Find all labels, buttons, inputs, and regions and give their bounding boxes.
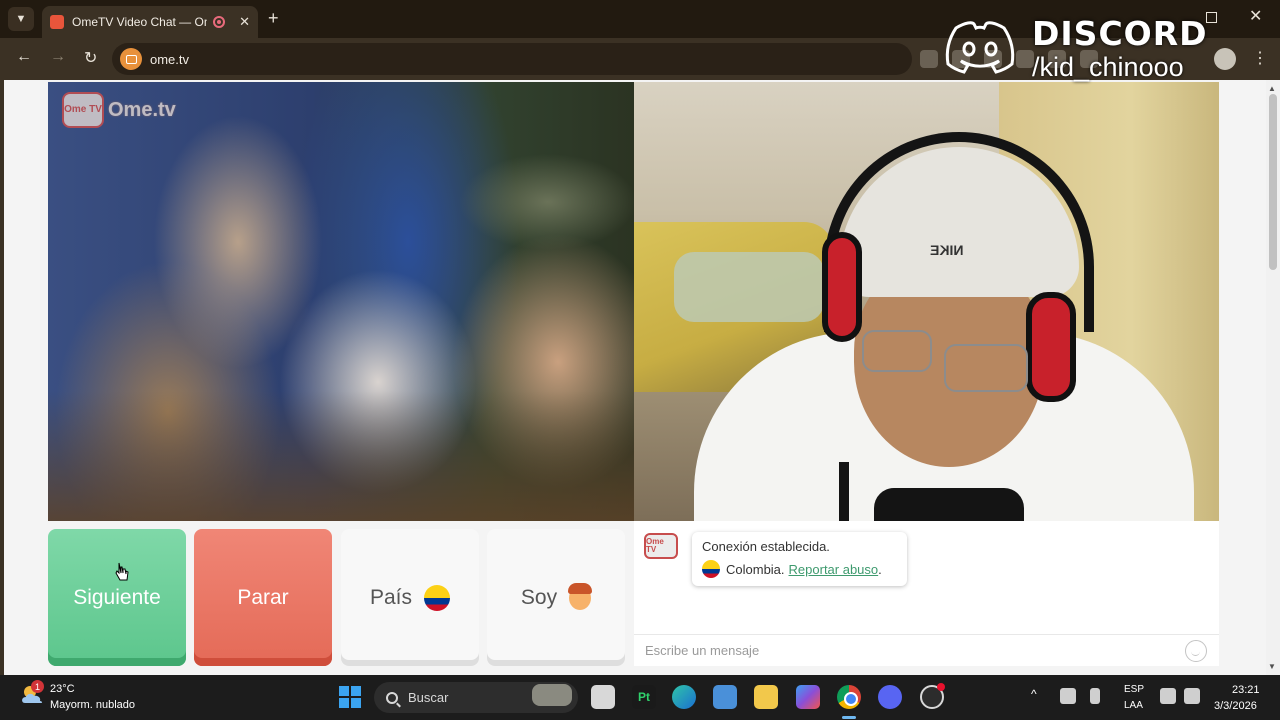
recording-icon [213, 16, 226, 28]
stop-button-label: Parar [237, 585, 289, 609]
headphone-left [822, 232, 862, 342]
tab-title: OmeTV Video Chat — Ome [72, 15, 208, 29]
discord-logo-icon [945, 21, 1015, 74]
search-highlight-icon [532, 684, 572, 706]
partner-country: Colombia. [726, 561, 785, 577]
active-app-indicator [842, 716, 856, 719]
system-message: Conexión establecida. Colombia. Reportar… [692, 532, 907, 586]
tray-overflow-icon[interactable]: ^ [1031, 687, 1037, 701]
browser-tab[interactable]: OmeTV Video Chat — Ome ✕ [42, 6, 258, 38]
hand-cursor-icon [115, 562, 129, 581]
new-tab-button[interactable]: + [268, 8, 279, 29]
microphone [874, 488, 1024, 521]
weather-temperature[interactable]: 23°C [50, 683, 75, 695]
volume-icon[interactable] [1184, 688, 1200, 704]
cap-logo: NIKE [930, 242, 964, 258]
translate-icon[interactable] [920, 50, 938, 68]
blanket [674, 252, 824, 322]
microphone-icon[interactable] [1090, 688, 1100, 704]
notification-badge: 1 [31, 680, 44, 693]
language-code[interactable]: ESP [1124, 684, 1144, 695]
scroll-down-icon[interactable]: ▼ [1268, 662, 1276, 671]
partner-country-line: Colombia. Reportar abuso. [702, 560, 897, 578]
ometv-avatar-icon: Ome TV [644, 533, 678, 559]
camera-site-icon[interactable] [120, 48, 142, 70]
country-button-label: País [369, 585, 413, 609]
m365-icon[interactable] [796, 685, 820, 709]
discord-icon[interactable] [878, 685, 902, 709]
window-border [0, 80, 4, 675]
ometv-watermark: Ome TV Ome.tv [62, 92, 176, 128]
message-input[interactable] [645, 643, 1165, 658]
chat-panel: Ome TV Conexión establecida. Colombia. R… [634, 521, 1219, 666]
report-suffix: . [878, 561, 882, 577]
edge-icon[interactable] [672, 685, 696, 709]
network-off-icon[interactable] [1060, 688, 1076, 704]
discord-username: /kid_chinooo [1032, 52, 1184, 82]
watermark-text: Ome.tv [108, 98, 176, 121]
stop-button[interactable]: Parar [194, 529, 332, 666]
scroll-thumb[interactable] [1269, 94, 1277, 270]
chrome-icon[interactable] [837, 685, 861, 709]
message-input-area [634, 634, 1219, 666]
search-label: Buscar [408, 690, 449, 705]
pt-app-icon[interactable]: Pt [632, 685, 656, 709]
discord-overlay: DISCORD /kid_chinooo [942, 12, 1272, 84]
mic-stand [839, 462, 849, 521]
next-button[interactable]: Siguiente [48, 529, 186, 666]
connection-status: Conexión establecida. [702, 539, 830, 554]
reload-icon[interactable]: ↻ [84, 48, 97, 68]
ometv-logo-icon: Ome TV [62, 92, 104, 128]
glasses-lens-right [944, 344, 1028, 392]
ometv-page: Ome TV Ome.tv NIKE Siguiente Parar País … [0, 80, 1280, 675]
address-bar[interactable]: ome.tv [112, 43, 912, 75]
boy-icon [568, 582, 593, 610]
scroll-up-icon[interactable]: ▲ [1268, 84, 1276, 93]
country-filter-button[interactable]: País [341, 529, 479, 666]
report-abuse-link[interactable]: Reportar abuso [789, 562, 879, 577]
headphone-right [1026, 292, 1076, 402]
recording-dot [937, 683, 945, 691]
close-tab-icon[interactable]: ✕ [239, 14, 250, 30]
keyboard-layout[interactable]: LAA [1124, 700, 1143, 711]
windows-taskbar: 1 23°C Mayorm. nublado Buscar Pt ^ ESP L… [0, 675, 1280, 720]
weather-description[interactable]: Mayorm. nublado [50, 699, 135, 711]
next-button-label: Siguiente [73, 585, 161, 609]
forward-icon[interactable]: → [50, 48, 66, 66]
gender-button-label: Soy [520, 585, 558, 609]
glasses-lens-left [862, 330, 932, 372]
self-camera-video: NIKE [634, 82, 1219, 521]
store-icon[interactable] [713, 685, 737, 709]
url-text: ome.tv [150, 51, 190, 67]
search-icon [386, 691, 398, 704]
colombia-flag-icon [424, 584, 451, 611]
back-icon[interactable]: ← [16, 48, 32, 66]
stranger-video [48, 82, 634, 521]
emoji-icon[interactable] [1185, 640, 1207, 662]
video-shade [48, 391, 634, 521]
display-icon[interactable] [1160, 688, 1176, 704]
clock-time[interactable]: 23:21 [1232, 684, 1260, 696]
gender-button[interactable]: Soy [487, 529, 625, 666]
windows-start-icon[interactable] [339, 686, 361, 708]
tab-search-button[interactable]: ▼ [8, 7, 34, 31]
clock-date[interactable]: 3/3/2026 [1214, 700, 1257, 712]
file-explorer-icon[interactable] [754, 685, 778, 709]
discord-brand: DISCORD [1032, 14, 1208, 53]
ometv-favicon-icon [50, 15, 64, 29]
colombia-flag-icon [702, 560, 720, 578]
task-view-icon[interactable] [591, 685, 615, 709]
